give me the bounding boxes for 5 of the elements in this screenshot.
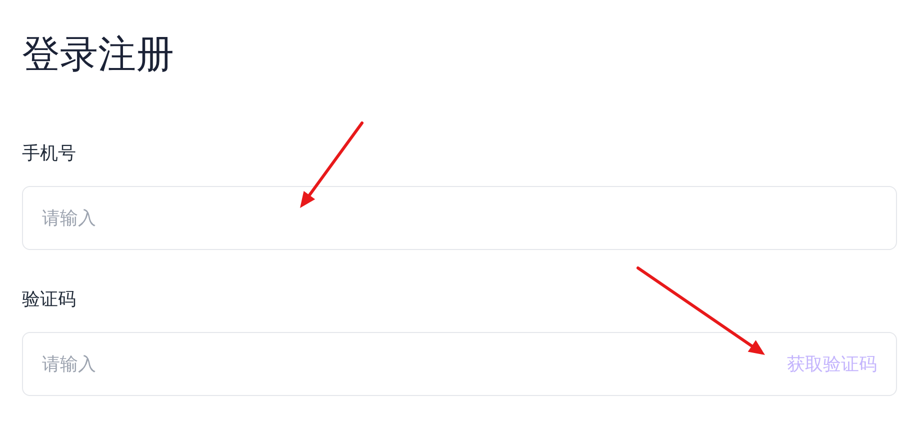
field-label: 手机号: [22, 142, 77, 166]
get-code-button[interactable]: 获取验证码: [787, 352, 877, 376]
input-field[interactable]: 请输入: [22, 186, 897, 250]
field-label: 验证码: [22, 288, 77, 312]
page-title: 登录注册: [22, 31, 175, 78]
